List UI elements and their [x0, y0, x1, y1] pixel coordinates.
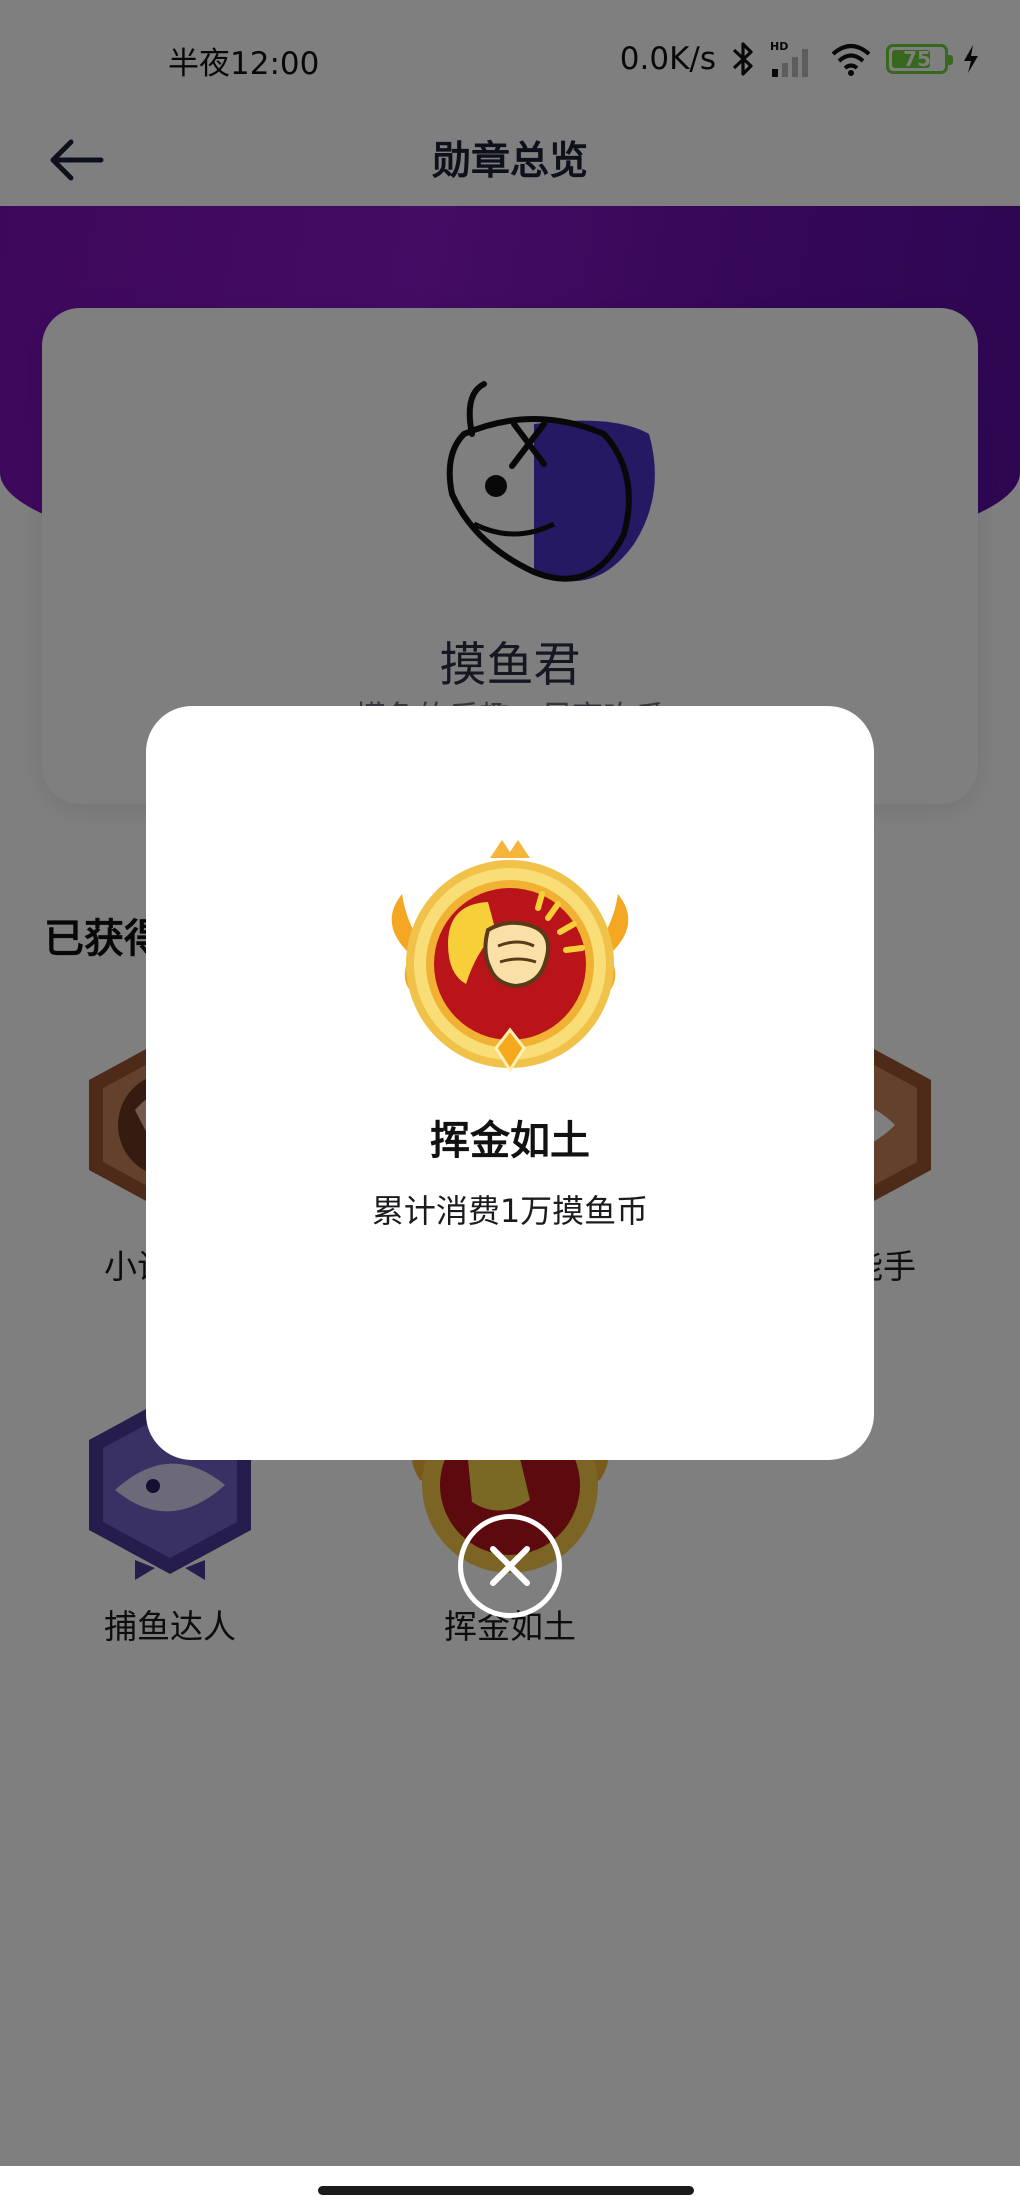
dialog-title: 挥金如土: [430, 1118, 590, 1164]
close-button[interactable]: [458, 1514, 562, 1618]
badge-detail-dialog: 挥金如土 累计消费1万摸鱼币: [146, 706, 874, 1460]
home-indicator[interactable]: [318, 2186, 694, 2195]
dialog-description: 累计消费1万摸鱼币: [371, 1192, 649, 1230]
gold-coin-badge-icon: [391, 840, 629, 1073]
close-icon: [490, 1546, 530, 1586]
gesture-bar: [0, 2166, 1020, 2210]
